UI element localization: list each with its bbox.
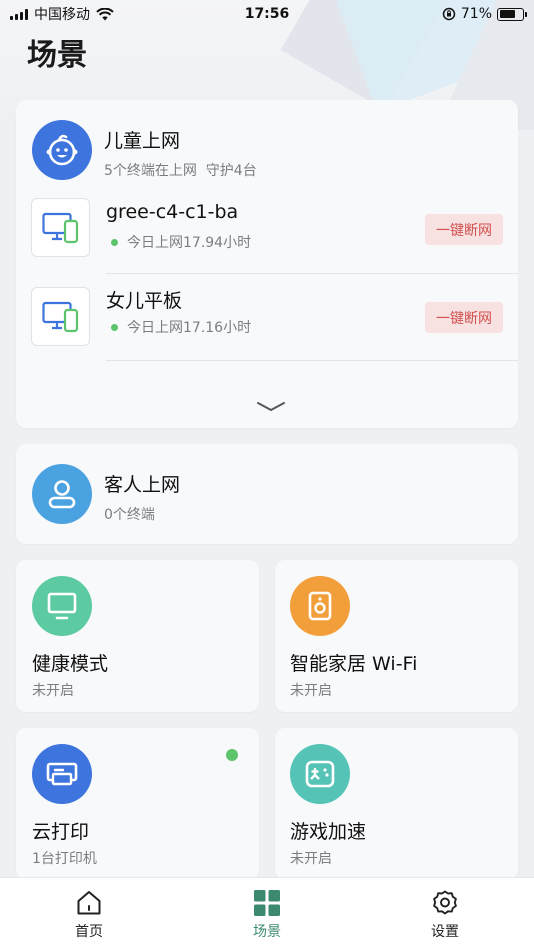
user-icon — [48, 480, 76, 509]
monitor-phone-icon — [41, 301, 78, 332]
device-icon — [31, 287, 90, 346]
speaker-icon — [308, 591, 332, 621]
tab-bar: 首页 场景 设置 — [0, 877, 534, 950]
online-status-dot — [111, 323, 118, 331]
tab-scenes[interactable]: 场景 — [178, 878, 356, 950]
tile-title: 健康模式 — [32, 653, 109, 675]
tile-health-mode[interactable]: 健康模式 未开启 — [16, 560, 259, 712]
child-card-subtitle: 5个终端在上网 守护4台 — [104, 163, 257, 179]
tile-title: 云打印 — [32, 821, 90, 843]
tile-avatar — [32, 744, 92, 804]
child-face-icon — [46, 134, 78, 166]
gamepad-icon — [305, 760, 335, 788]
online-status-dot — [226, 749, 238, 761]
tile-subtitle: 未开启 — [290, 851, 332, 867]
child-card-title: 儿童上网 — [104, 130, 181, 152]
tile-smart-home-wifi[interactable]: 智能家居 Wi-Fi 未开启 — [275, 560, 518, 712]
guest-internet-card[interactable]: 客人上网 0个终端 — [16, 444, 518, 544]
tile-subtitle: 未开启 — [290, 683, 332, 699]
tile-cloud-print[interactable]: 云打印 1台打印机 — [16, 728, 259, 880]
child-internet-card[interactable]: 儿童上网 5个终端在上网 守护4台 gree-c4-c1-ba 今日上网17.9… — [16, 100, 518, 428]
device-name: 女儿平板 — [106, 290, 183, 312]
home-icon — [77, 891, 101, 915]
device-name: gree-c4-c1-ba — [106, 201, 239, 223]
printer-icon — [46, 762, 78, 786]
device-icon — [31, 198, 90, 257]
chevron-down-icon[interactable] — [256, 401, 286, 413]
battery-icon — [497, 7, 527, 21]
tile-avatar — [290, 576, 350, 636]
rotation-lock-icon — [442, 7, 456, 21]
carrier-label: 中国移动 — [34, 7, 90, 23]
device-usage: 今日上网17.94小时 — [111, 232, 251, 252]
tile-game-boost[interactable]: 游戏加速 未开启 — [275, 728, 518, 880]
tv-icon — [47, 592, 77, 620]
tile-avatar — [32, 576, 92, 636]
disconnect-button[interactable]: 一键断网 — [425, 214, 503, 245]
monitor-phone-icon — [41, 212, 78, 243]
tile-subtitle: 未开启 — [32, 683, 74, 699]
gear-icon — [433, 890, 457, 915]
wifi-icon — [96, 7, 114, 20]
grid-icon — [254, 890, 280, 916]
status-bar: 中国移动 17:56 71% — [0, 0, 534, 28]
tab-label: 设置 — [431, 924, 459, 940]
disconnect-button[interactable]: 一键断网 — [425, 302, 503, 333]
tab-settings[interactable]: 设置 — [356, 878, 534, 950]
device-usage: 今日上网17.16小时 — [111, 317, 251, 337]
guest-card-subtitle: 0个终端 — [104, 507, 155, 523]
battery-percent: 71% — [460, 6, 492, 22]
guest-card-title: 客人上网 — [104, 474, 181, 496]
child-avatar — [32, 120, 92, 180]
tile-title: 游戏加速 — [290, 821, 367, 843]
online-status-dot — [111, 238, 118, 246]
guest-avatar — [32, 464, 92, 524]
tab-home[interactable]: 首页 — [0, 878, 178, 950]
tile-title: 智能家居 Wi-Fi — [290, 653, 418, 675]
tile-avatar — [290, 744, 350, 804]
tab-label: 首页 — [75, 924, 103, 940]
signal-icon — [10, 8, 28, 20]
tile-subtitle: 1台打印机 — [32, 851, 97, 867]
page-title: 场景 — [27, 38, 87, 73]
tab-label: 场景 — [253, 924, 281, 940]
